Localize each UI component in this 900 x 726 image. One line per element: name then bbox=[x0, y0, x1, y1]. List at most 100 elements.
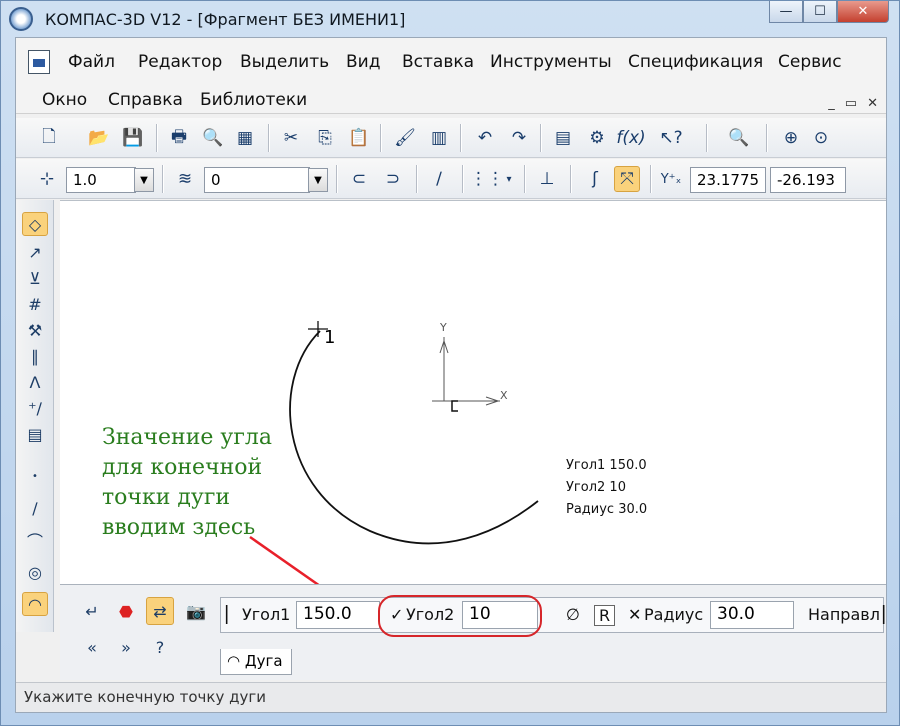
scale-dropdown-icon[interactable]: ▼ bbox=[134, 168, 154, 192]
cursor-coords-icon: Y⁺ₓ bbox=[660, 171, 682, 187]
direction-label[interactable]: Направл bbox=[808, 605, 880, 624]
previous-object-icon[interactable]: « bbox=[78, 633, 106, 661]
menu-view[interactable]: Вид bbox=[346, 52, 380, 72]
parametrization-panel-icon[interactable]: ⚒ bbox=[22, 318, 48, 342]
symbols-panel-icon[interactable]: ⊻ bbox=[22, 266, 48, 290]
angle2-highlight bbox=[378, 595, 542, 637]
cut-icon[interactable]: ✂ bbox=[278, 125, 304, 151]
associative-panel-icon[interactable]: ⁺∕ bbox=[22, 396, 48, 420]
coord-x-field[interactable]: 23.1775 bbox=[690, 167, 766, 193]
properties-icon[interactable]: ▥ bbox=[426, 125, 452, 151]
paste-icon[interactable]: 📋 bbox=[346, 125, 372, 151]
snap-magnet-icon[interactable]: ⊂ bbox=[346, 166, 372, 192]
create-object-icon[interactable]: ↵ bbox=[78, 597, 106, 625]
angle1-field[interactable]: 150.0 bbox=[296, 601, 380, 629]
menu-help[interactable]: Справка bbox=[108, 90, 183, 110]
zoom-fit-icon[interactable]: ⊙ bbox=[808, 125, 834, 151]
editing-panel-icon[interactable]: # bbox=[22, 292, 48, 316]
variables-icon[interactable]: ▤ bbox=[550, 125, 576, 151]
zoom-window-icon[interactable]: 🔍 bbox=[726, 125, 752, 151]
layers-icon[interactable]: ≋ bbox=[172, 166, 198, 192]
select-panel-icon[interactable]: Λ bbox=[22, 370, 48, 394]
menu-tools[interactable]: Инструменты bbox=[490, 52, 612, 72]
doc-restore-button[interactable]: ▭ bbox=[845, 96, 857, 111]
menu-window[interactable]: Окно bbox=[42, 90, 87, 110]
print-icon[interactable]: 🖶 bbox=[166, 125, 192, 151]
minimize-button[interactable]: — bbox=[769, 1, 803, 23]
context-help-icon[interactable]: ↖? bbox=[658, 125, 684, 151]
point-icon[interactable]: • bbox=[22, 464, 48, 488]
spec-panel-icon[interactable]: ▤ bbox=[22, 422, 48, 446]
grid-step-icon[interactable]: ⊹ bbox=[34, 166, 60, 192]
next-object-icon[interactable]: » bbox=[112, 633, 140, 661]
radius-mode-icon[interactable]: R bbox=[594, 605, 616, 626]
status-bar: Укажите конечную точку дуги bbox=[16, 682, 886, 712]
help-icon[interactable]: ? bbox=[146, 633, 174, 661]
point1-label: 1 bbox=[324, 327, 336, 348]
diameter-icon[interactable]: ∅ bbox=[566, 605, 580, 624]
zoom-in-icon[interactable]: ⊕ bbox=[778, 125, 804, 151]
scale-field[interactable]: 1.0 bbox=[66, 167, 136, 193]
circle-icon[interactable]: ◎ bbox=[22, 560, 48, 584]
drawing-canvas[interactable]: 1 Y X Значение угла для конечной точки д… bbox=[60, 200, 886, 585]
redo-icon[interactable]: ↷ bbox=[506, 125, 532, 151]
close-button[interactable]: ✕ bbox=[837, 1, 889, 23]
property-panel: ↵ ⬣ ⇄ 📷 « » ? ▏ Угол1 150.0 ✓ Угол2 10 ∅… bbox=[60, 584, 886, 680]
doc-minimize-button[interactable]: _ bbox=[828, 96, 835, 111]
panel-scroll-right-icon[interactable]: ▕ bbox=[872, 605, 884, 624]
segment-icon[interactable]: ∕ bbox=[22, 496, 48, 520]
orthogonal-icon[interactable]: ∕ bbox=[426, 166, 452, 192]
center-marker bbox=[451, 400, 458, 412]
new-file-icon[interactable]: 🗋 bbox=[36, 125, 62, 151]
function-icon[interactable]: f(x) bbox=[616, 125, 646, 151]
stop-command-icon[interactable]: ⬣ bbox=[112, 597, 140, 625]
app-window: КОМПАС-3D V12 - [Фрагмент БЕЗ ИМЕНИ1] — … bbox=[0, 0, 900, 726]
round-icon[interactable]: ʃ bbox=[582, 166, 608, 192]
menu-insert[interactable]: Вставка bbox=[402, 52, 474, 72]
dimensions-panel-icon[interactable]: ↗ bbox=[22, 240, 48, 264]
doc-close-button[interactable]: ✕ bbox=[867, 96, 878, 111]
auto-create-icon[interactable]: ⇄ bbox=[146, 597, 174, 625]
panel-scroll-left-icon[interactable]: ▏ bbox=[226, 605, 238, 624]
menu-libraries[interactable]: Библиотеки bbox=[200, 90, 307, 110]
hint-line-4: вводим здесь bbox=[102, 515, 256, 540]
save-icon[interactable]: 💾 bbox=[120, 125, 146, 151]
radius-label: Радиус bbox=[644, 605, 704, 624]
radius-field[interactable]: 30.0 bbox=[710, 601, 794, 629]
menu-edit[interactable]: Редактор bbox=[138, 52, 222, 72]
grid-dropdown-icon[interactable]: ▾ bbox=[502, 166, 516, 192]
arc-tool-icon[interactable]: ⌒ bbox=[22, 528, 48, 552]
menu-bar: Файл Редактор Выделить Вид Вставка Инстр… bbox=[16, 38, 886, 114]
window-controls: — ☐ ✕ bbox=[769, 1, 889, 23]
library-manager-icon[interactable]: ⚙ bbox=[584, 125, 610, 151]
kompas-logo-icon bbox=[9, 7, 33, 31]
snap-settings-icon[interactable]: ⊃ bbox=[380, 166, 406, 192]
format-brush-icon[interactable]: 🖌 bbox=[392, 125, 418, 151]
undo-icon[interactable]: ↶ bbox=[472, 125, 498, 151]
menu-specification[interactable]: Спецификация bbox=[628, 52, 763, 72]
angle1-label: Угол1 bbox=[242, 605, 291, 624]
remember-state-icon[interactable]: 📷 bbox=[182, 597, 210, 625]
coord-y-field[interactable]: -26.193 bbox=[770, 167, 846, 193]
print-preview-icon[interactable]: 🔍 bbox=[200, 125, 226, 151]
menu-file[interactable]: Файл bbox=[68, 52, 115, 72]
menu-service[interactable]: Сервис bbox=[778, 52, 842, 72]
layer-dropdown-icon[interactable]: ▼ bbox=[308, 168, 328, 192]
layer-field[interactable]: 0 bbox=[204, 167, 310, 193]
maximize-button[interactable]: ☐ bbox=[803, 1, 837, 23]
tab-arc[interactable]: ◠ Дуга bbox=[220, 649, 292, 675]
open-file-icon[interactable]: 📂 bbox=[86, 125, 112, 151]
arc-center-icon[interactable]: ◠ bbox=[22, 592, 48, 616]
document-icon[interactable] bbox=[28, 50, 50, 74]
drawn-arc bbox=[289, 330, 539, 545]
manager-icon[interactable]: ▦ bbox=[232, 125, 258, 151]
grid-icon[interactable]: ⋮⋮ bbox=[470, 166, 504, 192]
menu-select[interactable]: Выделить bbox=[240, 52, 329, 72]
readout-radius: Радиус 30.0 bbox=[566, 502, 648, 517]
local-cs-icon[interactable]: ⊥ bbox=[534, 166, 560, 192]
geometry-panel-icon[interactable]: ◇ bbox=[22, 212, 48, 236]
radius-lock-icon[interactable]: ✕ bbox=[628, 605, 641, 624]
measure-panel-icon[interactable]: ∥ bbox=[22, 344, 48, 368]
parametric-mode-icon[interactable]: ⤧ bbox=[614, 166, 640, 192]
copy-icon[interactable]: ⎘ bbox=[312, 125, 338, 151]
